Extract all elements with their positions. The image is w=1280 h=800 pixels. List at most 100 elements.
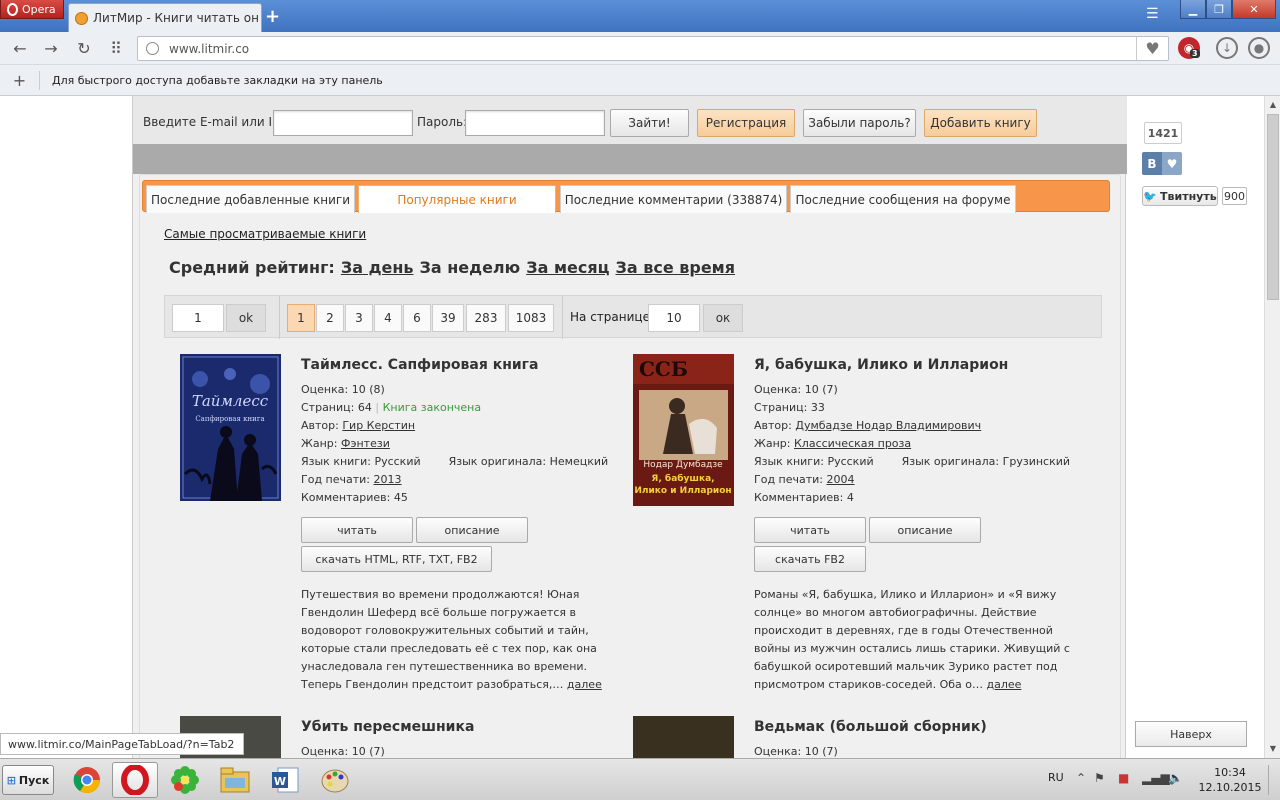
read-button[interactable]: читать bbox=[754, 517, 866, 543]
year-link[interactable]: 2013 bbox=[374, 473, 402, 486]
start-button[interactable]: ⊞ Пуск bbox=[2, 765, 54, 795]
download-icon[interactable]: ↓ bbox=[1216, 37, 1238, 59]
book-cover-image[interactable]: ССБ Нодар Думбадзе Я, бабушка, Илико и И… bbox=[633, 354, 734, 506]
password-input[interactable] bbox=[465, 110, 605, 136]
email-input[interactable] bbox=[273, 110, 413, 136]
explorer-taskbar-icon[interactable] bbox=[212, 762, 258, 798]
register-button[interactable]: Регистрация bbox=[697, 109, 795, 137]
navigation-bar: ← → ↻ ⠿ www.litmir.co ♥ ◉ 3 ↓ ● bbox=[0, 32, 1280, 65]
add-bookmark-icon[interactable]: + bbox=[0, 70, 40, 90]
bookmark-heart-icon[interactable]: ♥ bbox=[1136, 37, 1168, 60]
address-bar[interactable]: www.litmir.co ♥ bbox=[137, 36, 1169, 61]
network-signal-icon[interactable]: ▂▄▆ bbox=[1142, 771, 1170, 785]
tab-latest-comments[interactable]: Последние комментарии (338874) bbox=[560, 185, 787, 213]
download-button[interactable]: скачать FB2 bbox=[754, 546, 866, 572]
pages-value: 33 bbox=[810, 401, 825, 414]
account-icon[interactable]: ● bbox=[1248, 37, 1270, 59]
show-desktop-button[interactable] bbox=[1268, 765, 1278, 795]
page-link-6[interactable]: 6 bbox=[403, 304, 431, 332]
lang-label: Язык книги: bbox=[754, 455, 824, 468]
page-link-1[interactable]: 1 bbox=[287, 304, 315, 332]
browser-tab[interactable]: ЛитМир - Книги читать он✕ bbox=[68, 3, 262, 32]
tab-menu-icon[interactable]: ☰ bbox=[1146, 6, 1159, 22]
adblock-icon[interactable]: ◉ 3 bbox=[1178, 37, 1200, 59]
address-url[interactable]: www.litmir.co bbox=[169, 42, 249, 56]
scroll-to-top-button[interactable]: Наверх bbox=[1135, 721, 1247, 747]
opera-menu-label: Opera bbox=[22, 2, 56, 16]
page-link-283[interactable]: 283 bbox=[466, 304, 506, 332]
volume-icon[interactable]: 🔈 bbox=[1168, 771, 1183, 785]
rating-day-link[interactable]: За день bbox=[341, 258, 414, 277]
action-center-flag-icon[interactable]: ⚑ bbox=[1094, 771, 1105, 785]
tray-expand-icon[interactable]: ⌃ bbox=[1076, 771, 1086, 785]
forgot-password-button[interactable]: Забыли пароль? bbox=[803, 109, 916, 137]
rating-week-link[interactable]: За неделю bbox=[420, 258, 521, 277]
tab-forum-posts[interactable]: Последние сообщения на форуме bbox=[790, 185, 1016, 213]
page-link-2[interactable]: 2 bbox=[316, 304, 344, 332]
download-button[interactable]: скачать HTML, RTF, TXT, FB2 bbox=[301, 546, 492, 572]
per-page-ok-button[interactable]: ок bbox=[703, 304, 743, 332]
book-title[interactable]: Убить пересмешника bbox=[301, 719, 474, 735]
scroll-down-icon[interactable]: ▼ bbox=[1265, 740, 1280, 756]
tab-latest-books[interactable]: Последние добавленные книги bbox=[146, 185, 355, 213]
page-number-input[interactable]: 1 bbox=[172, 304, 224, 332]
reload-icon[interactable]: ↻ bbox=[73, 37, 95, 59]
page-link-1083[interactable]: 1083 bbox=[508, 304, 554, 332]
vk-like-counter: 1421 bbox=[1144, 122, 1182, 144]
system-clock[interactable]: 10:34 12.10.2015 bbox=[1195, 765, 1265, 795]
rating-month-link[interactable]: За месяц bbox=[526, 258, 609, 277]
book-author: Автор: Гир Керстин bbox=[301, 419, 415, 432]
book-title[interactable]: Таймлесс. Сапфировая книга bbox=[301, 357, 538, 373]
tab-popular-books[interactable]: Популярные книги bbox=[358, 185, 556, 213]
rating-alltime-link[interactable]: За все время bbox=[615, 258, 735, 277]
book-rating: Оценка: 10 (7) bbox=[301, 745, 385, 758]
site-info-icon[interactable] bbox=[146, 42, 159, 55]
back-icon[interactable]: ← bbox=[9, 37, 31, 59]
tweet-button[interactable]: 🐦 Твитнуть bbox=[1142, 186, 1218, 206]
page-link-4[interactable]: 4 bbox=[374, 304, 402, 332]
twitter-bird-icon: 🐦 bbox=[1143, 189, 1158, 203]
vertical-scrollbar[interactable]: ▲ ▼ bbox=[1264, 96, 1280, 758]
read-button[interactable]: читать bbox=[301, 517, 413, 543]
more-link[interactable]: далее bbox=[567, 678, 602, 691]
tab-favicon-icon bbox=[75, 11, 88, 25]
svg-text:Я, бабушка,: Я, бабушка, bbox=[651, 473, 714, 484]
author-link[interactable]: Думбадзе Нодар Владимирович bbox=[795, 419, 981, 432]
vk-like-button[interactable]: В ♥ bbox=[1142, 152, 1182, 175]
author-link[interactable]: Гир Керстин bbox=[342, 419, 415, 432]
rating-value: 10 (7) bbox=[804, 745, 838, 758]
opera-taskbar-icon[interactable] bbox=[112, 762, 158, 798]
scrollbar-thumb[interactable] bbox=[1267, 114, 1279, 300]
login-button[interactable]: Зайти! bbox=[610, 109, 689, 137]
genre-link[interactable]: Фэнтези bbox=[341, 437, 390, 450]
year-link[interactable]: 2004 bbox=[827, 473, 855, 486]
minimize-icon[interactable]: ▁ bbox=[1180, 0, 1206, 19]
icq-taskbar-icon[interactable] bbox=[162, 762, 208, 798]
language-indicator[interactable]: RU bbox=[1048, 771, 1064, 784]
close-window-icon[interactable]: ✕ bbox=[1232, 0, 1276, 19]
book-title[interactable]: Ведьмак (большой сборник) bbox=[754, 719, 987, 735]
description-button[interactable]: описание bbox=[869, 517, 981, 543]
paint-taskbar-icon[interactable] bbox=[312, 762, 358, 798]
chrome-taskbar-icon[interactable] bbox=[64, 762, 110, 798]
add-book-button[interactable]: Добавить книгу bbox=[924, 109, 1037, 137]
maximize-icon[interactable]: ❐ bbox=[1206, 0, 1232, 19]
page-go-button[interactable]: ok bbox=[226, 304, 266, 332]
forward-icon[interactable]: → bbox=[40, 37, 62, 59]
per-page-input[interactable]: 10 bbox=[648, 304, 700, 332]
page-link-3[interactable]: 3 bbox=[345, 304, 373, 332]
word-taskbar-icon[interactable]: W bbox=[262, 762, 308, 798]
book-cover-image[interactable]: Таймлесс Сапфировая книга bbox=[180, 354, 281, 501]
genre-link[interactable]: Классическая проза bbox=[794, 437, 911, 450]
scroll-up-icon[interactable]: ▲ bbox=[1265, 96, 1280, 112]
speed-dial-icon[interactable]: ⠿ bbox=[105, 37, 127, 59]
security-tray-icon[interactable]: ■ bbox=[1118, 771, 1129, 785]
opera-menu-button[interactable]: Opera bbox=[0, 0, 64, 19]
most-viewed-link[interactable]: Самые просматриваемые книги bbox=[164, 227, 366, 241]
book-title[interactable]: Я, бабушка, Илико и Илларион bbox=[754, 357, 1008, 373]
description-button[interactable]: описание bbox=[416, 517, 528, 543]
page-link-39[interactable]: 39 bbox=[432, 304, 464, 332]
book-cover-image[interactable] bbox=[633, 716, 734, 758]
new-tab-icon[interactable]: + bbox=[265, 6, 280, 27]
more-link[interactable]: далее bbox=[987, 678, 1022, 691]
